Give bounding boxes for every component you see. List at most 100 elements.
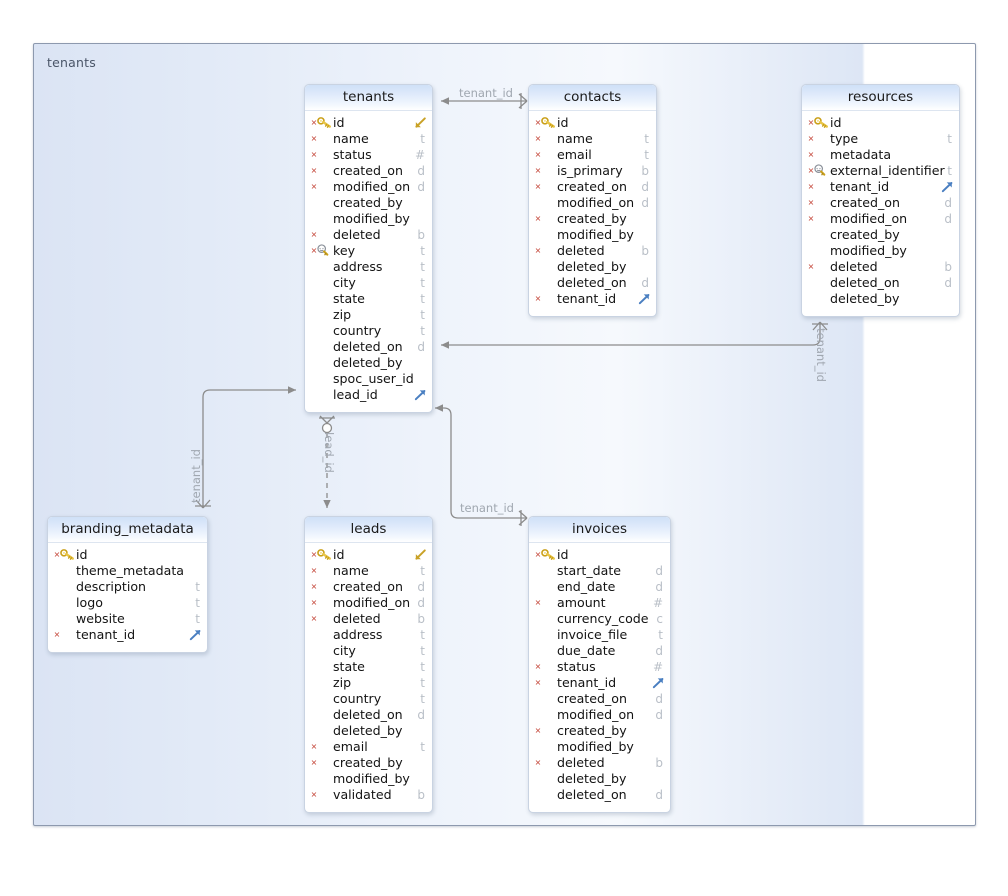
column-row[interactable]: × created_on d [529,179,656,195]
column-row[interactable]: × id [305,115,432,131]
column-row[interactable]: × created_on d [305,579,432,595]
column-row[interactable]: country t [305,323,432,339]
column-row[interactable]: × name t [529,131,656,147]
table-header-leads[interactable]: leads [305,517,432,543]
column-row[interactable]: created_by [802,227,959,243]
table-header-branding_metadata[interactable]: branding_metadata [48,517,207,543]
table-tenants[interactable]: tenants × id × name t × status # × created_on d × mod… [304,84,433,413]
table-contacts[interactable]: contacts × id × name t × email t × is_primary b × cre… [528,84,657,317]
column-row[interactable]: country t [305,691,432,707]
table-resources[interactable]: resources × id × type t × metadata × external_ide… [801,84,960,317]
column-row[interactable]: deleted_by [305,355,432,371]
column-row[interactable]: × created_on d [802,195,959,211]
column-row[interactable]: start_date d [529,563,670,579]
column-row[interactable]: end_date d [529,579,670,595]
column-row[interactable]: × created_by [529,723,670,739]
column-row[interactable]: address t [305,259,432,275]
column-row[interactable]: × email t [529,147,656,163]
column-row[interactable]: website t [48,611,207,627]
column-row[interactable]: modified_by [802,243,959,259]
column-row[interactable]: × key t [305,243,432,259]
column-row[interactable]: × modified_on d [305,595,432,611]
column-row[interactable]: × created_on d [305,163,432,179]
column-row[interactable]: deleted_on d [529,787,670,803]
column-name: created_on [557,179,627,194]
column-row[interactable]: description t [48,579,207,595]
column-row[interactable]: × tenant_id [529,291,656,307]
column-row[interactable]: × status # [529,659,670,675]
required-marker-icon: × [53,630,61,639]
column-row[interactable]: zip t [305,307,432,323]
column-name: modified_on [830,211,908,226]
column-row[interactable]: × id [802,115,959,131]
column-row[interactable]: city t [305,643,432,659]
column-row[interactable]: × is_primary b [529,163,656,179]
column-row[interactable]: × deleted b [802,259,959,275]
column-name: created_on [557,691,627,706]
column-row[interactable]: theme_metadata [48,563,207,579]
table-leads[interactable]: leads × id × name t × created_on d × modified_on d ×… [304,516,433,813]
column-row[interactable]: × tenant_id [529,675,670,691]
column-row[interactable]: × deleted b [529,755,670,771]
column-row[interactable]: × modified_on d [802,211,959,227]
column-row[interactable]: × created_by [305,755,432,771]
column-row[interactable]: × validated b [305,787,432,803]
column-row[interactable]: × tenant_id [802,179,959,195]
column-row[interactable]: × name t [305,563,432,579]
column-row[interactable]: spoc_user_id [305,371,432,387]
column-row[interactable]: × external_identifier t [802,163,959,179]
column-row[interactable]: deleted_on d [529,275,656,291]
table-branding_metadata[interactable]: branding_metadata × id theme_metadata descri… [47,516,208,653]
column-row[interactable]: modified_by [305,211,432,227]
column-row[interactable]: × deleted b [305,227,432,243]
column-row[interactable]: deleted_by [305,723,432,739]
column-row[interactable]: × amount # [529,595,670,611]
column-row[interactable]: × id [48,547,207,563]
column-row[interactable]: × id [529,115,656,131]
table-header-contacts[interactable]: contacts [529,85,656,111]
column-row[interactable]: logo t [48,595,207,611]
table-header-invoices[interactable]: invoices [529,517,670,543]
column-row[interactable]: × tenant_id [48,627,207,643]
column-row[interactable]: zip t [305,675,432,691]
column-row[interactable]: currency_code c [529,611,670,627]
column-row[interactable]: invoice_file t [529,627,670,643]
column-row[interactable]: × email t [305,739,432,755]
column-row[interactable]: state t [305,659,432,675]
table-invoices[interactable]: invoices × id start_date d end_date d × amount # c… [528,516,671,813]
column-row[interactable]: × id [529,547,670,563]
column-row[interactable]: created_on d [529,691,670,707]
column-row[interactable]: deleted_on d [305,707,432,723]
column-row[interactable]: modified_by [529,227,656,243]
column-row[interactable]: × modified_on d [305,179,432,195]
column-row[interactable]: × type t [802,131,959,147]
column-row[interactable]: deleted_by [529,771,670,787]
table-header-tenants[interactable]: tenants [305,85,432,111]
column-row[interactable]: × status # [305,147,432,163]
column-row[interactable]: × metadata [802,147,959,163]
column-row[interactable]: state t [305,291,432,307]
column-row[interactable]: × name t [305,131,432,147]
table-header-resources[interactable]: resources [802,85,959,111]
column-row[interactable]: created_by [305,195,432,211]
column-row[interactable]: × id [305,547,432,563]
column-row[interactable]: × deleted b [305,611,432,627]
column-row[interactable]: due_date d [529,643,670,659]
column-row[interactable]: modified_on d [529,195,656,211]
column-row[interactable]: deleted_by [529,259,656,275]
column-row[interactable]: modified_by [305,771,432,787]
column-row[interactable]: modified_by [529,739,670,755]
column-name: tenant_id [830,179,890,194]
column-row[interactable]: address t [305,627,432,643]
column-row[interactable]: × deleted b [529,243,656,259]
column-row[interactable]: deleted_on d [802,275,959,291]
column-row[interactable]: modified_on d [529,707,670,723]
column-name: metadata [830,147,892,162]
foreign-key-out-icon [413,388,428,402]
column-row[interactable]: lead_id [305,387,432,403]
column-name: deleted_by [557,771,627,786]
column-row[interactable]: × created_by [529,211,656,227]
column-row[interactable]: deleted_on d [305,339,432,355]
column-row[interactable]: deleted_by [802,291,959,307]
column-row[interactable]: city t [305,275,432,291]
